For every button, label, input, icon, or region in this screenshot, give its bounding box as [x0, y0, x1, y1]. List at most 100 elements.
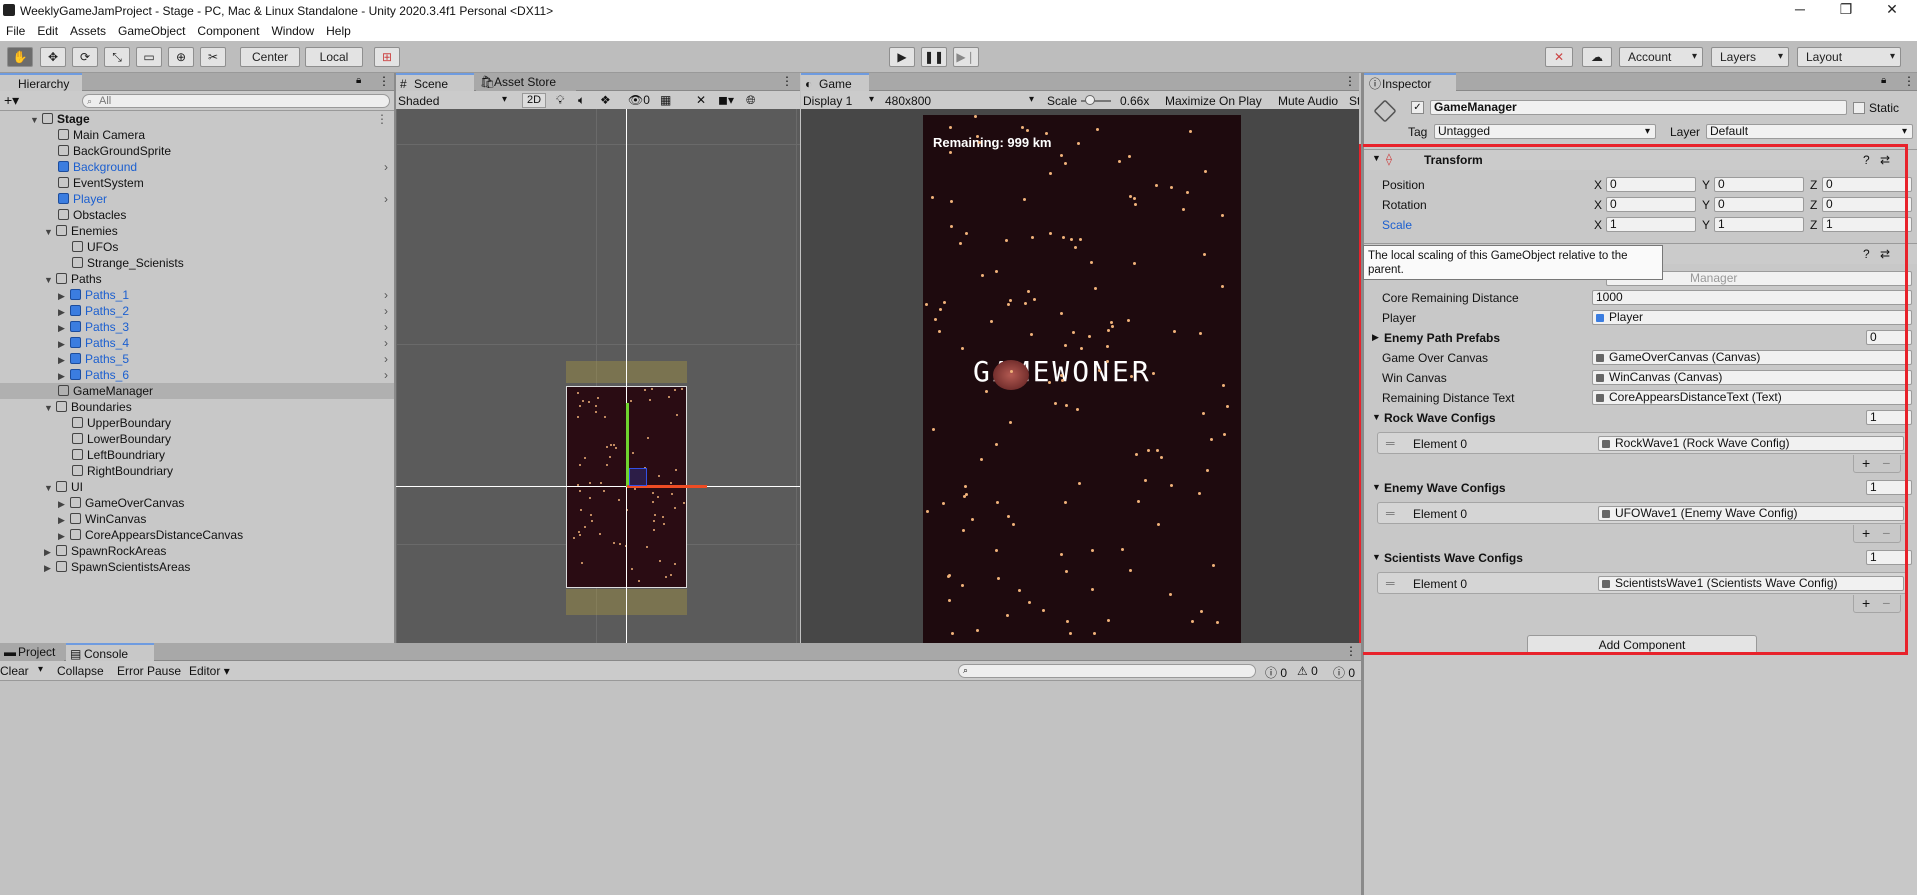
layout-dropdown[interactable]: Layout	[1797, 47, 1901, 67]
help-icon[interactable]: ?	[1863, 153, 1870, 167]
component-menu-icon[interactable]: ⋮	[1901, 246, 1913, 260]
hierarchy-item[interactable]: ▶ WinCanvas	[0, 511, 394, 527]
remaining-text-field[interactable]: CoreAppearsDistanceText (Text)	[1592, 390, 1912, 405]
tab-asset-store[interactable]: 🛍︎ Asset Store	[476, 73, 576, 91]
enemy-path-size-input[interactable]: 0	[1866, 330, 1912, 345]
editor-dropdown[interactable]: Editor ▾	[189, 664, 230, 678]
hierarchy-item[interactable]: ▶ Paths_6 ›	[0, 367, 394, 383]
help-icon[interactable]: ?	[1863, 247, 1870, 261]
hierarchy-item[interactable]: LeftBoundriary	[0, 447, 394, 463]
cloud-icon[interactable]: ☁	[1582, 47, 1612, 67]
hierarchy-item[interactable]: ▶ Paths_2 ›	[0, 303, 394, 319]
active-checkbox[interactable]: ✓	[1411, 101, 1424, 114]
chevron-right-icon[interactable]: ›	[384, 335, 388, 351]
hierarchy-item-selected[interactable]: GameManager	[0, 383, 394, 399]
menu-window[interactable]: Window	[265, 24, 320, 38]
tab-project[interactable]: ▬ Project	[0, 643, 64, 661]
stats-toggle[interactable]: St	[1349, 94, 1359, 108]
hierarchy-item[interactable]: ▶ SpawnRockAreas	[0, 543, 394, 559]
enemy-wave-element-field[interactable]: UFOWave1 (Enemy Wave Config)	[1598, 506, 1904, 521]
scientists-wave-element-field[interactable]: ScientistsWave1 (Scientists Wave Config)	[1598, 576, 1904, 591]
hand-tool-button[interactable]: ✋	[7, 47, 33, 67]
hierarchy-item[interactable]: ▼ UI	[0, 479, 394, 495]
menu-help[interactable]: Help	[320, 24, 357, 38]
enemy-wave-size-input[interactable]: 1	[1866, 480, 1912, 495]
position-y-input[interactable]: 0	[1714, 177, 1804, 192]
scale-y-input[interactable]: 1	[1714, 217, 1804, 232]
expand-arrow-icon[interactable]: ▶	[58, 496, 70, 512]
hierarchy-item[interactable]: RightBoundriary	[0, 463, 394, 479]
scale-slider-knob[interactable]	[1085, 95, 1095, 105]
tab-scene[interactable]: # Scene	[396, 73, 474, 91]
tab-console[interactable]: ▤ Console	[66, 643, 154, 661]
chevron-right-icon[interactable]: ›	[384, 303, 388, 319]
transform-header[interactable]: ▼ ⟠ Transform ? ⇄ ⋮	[1364, 149, 1917, 170]
display-dropdown[interactable]: Display 1	[803, 94, 879, 108]
hierarchy-item[interactable]: ▶ Paths_1 ›	[0, 287, 394, 303]
add-element-button[interactable]: +	[1862, 595, 1870, 611]
hierarchy-item[interactable]: Main Camera	[0, 127, 394, 143]
remove-element-button[interactable]: −	[1882, 525, 1890, 541]
inspector-divider[interactable]	[1361, 73, 1363, 895]
drag-handle-icon[interactable]: ═	[1386, 576, 1395, 590]
foldout-arrow-icon[interactable]: ▼	[1372, 482, 1381, 492]
menu-component[interactable]: Component	[191, 24, 265, 38]
expand-arrow-icon[interactable]: ▶	[58, 288, 70, 304]
pivot-local-button[interactable]: Local	[305, 47, 363, 67]
move-tool-button[interactable]: ✥	[40, 47, 66, 67]
expand-arrow-icon[interactable]: ▶	[58, 528, 70, 544]
chevron-right-icon[interactable]: ›	[384, 159, 388, 175]
tab-game[interactable]: ◐ Game	[801, 73, 869, 91]
expand-arrow-icon[interactable]: ▶	[58, 320, 70, 336]
hierarchy-item[interactable]: LowerBoundary	[0, 431, 394, 447]
object-name-input[interactable]: GameManager	[1430, 100, 1847, 115]
hierarchy-item[interactable]: ▶ CoreAppearsDistanceCanvas	[0, 527, 394, 543]
expand-arrow-icon[interactable]: ▼	[44, 400, 56, 416]
pivot-center-button[interactable]: Center	[240, 47, 300, 67]
static-checkbox[interactable]	[1853, 102, 1865, 114]
hierarchy-item[interactable]: EventSystem	[0, 175, 394, 191]
play-button[interactable]: ▶	[889, 47, 915, 67]
add-element-button[interactable]: +	[1862, 525, 1870, 541]
drag-handle-icon[interactable]: ═	[1386, 436, 1395, 450]
rect-tool-button[interactable]: ▭	[136, 47, 162, 67]
pause-button[interactable]: ❚❚	[921, 47, 947, 67]
hierarchy-item[interactable]: ▶ GameOverCanvas	[0, 495, 394, 511]
hierarchy-search-input[interactable]: ⌕ All	[82, 94, 390, 108]
expand-arrow-icon[interactable]: ▶	[58, 336, 70, 352]
tab-inspector[interactable]: ⓘ Inspector	[1364, 73, 1456, 91]
rock-wave-element-field[interactable]: RockWave1 (Rock Wave Config)	[1598, 436, 1904, 451]
add-component-button[interactable]: Add Component	[1527, 635, 1757, 655]
chevron-right-icon[interactable]: ›	[384, 367, 388, 383]
panel-menu-icon[interactable]: ⋮	[1903, 74, 1915, 88]
grid-snap-button[interactable]: ⊞	[374, 47, 400, 67]
menu-file[interactable]: File	[0, 24, 31, 38]
expand-arrow-icon[interactable]: ▼	[44, 480, 56, 496]
expand-arrow-icon[interactable]: ▶	[58, 512, 70, 528]
expand-arrow-icon[interactable]: ▶	[44, 544, 56, 560]
scene-view[interactable]	[396, 109, 800, 643]
gizmos-icon[interactable]: 🌐︎	[746, 93, 756, 108]
preset-icon[interactable]: ⇄	[1880, 153, 1890, 167]
info-count-icon[interactable]: ⓘ 0	[1265, 664, 1287, 681]
lighting-icon[interactable]: 💡︎	[556, 93, 564, 108]
lock-icon[interactable]: 🔒︎	[356, 75, 361, 86]
console-search-input[interactable]: ⌕	[958, 664, 1256, 678]
lock-icon[interactable]: 🔒︎	[1881, 75, 1886, 86]
game-view[interactable]: Remaining: 999 km GAMEWONER	[801, 109, 1359, 643]
expand-arrow-icon[interactable]: ▼	[30, 112, 42, 128]
camera-icon[interactable]: ◼▾	[718, 93, 734, 107]
effects-icon[interactable]: ❖	[600, 93, 611, 107]
win-canvas-field[interactable]: WinCanvas (Canvas)	[1592, 370, 1912, 385]
position-z-input[interactable]: 0	[1822, 177, 1912, 192]
rotate-tool-button[interactable]: ⟳	[72, 47, 98, 67]
preset-icon[interactable]: ⇄	[1880, 247, 1890, 261]
maximize-on-play-toggle[interactable]: Maximize On Play	[1165, 94, 1262, 108]
scale-x-input[interactable]: 1	[1606, 217, 1696, 232]
remove-element-button[interactable]: −	[1882, 455, 1890, 471]
collab-icon[interactable]: ✕	[1545, 47, 1573, 67]
chevron-right-icon[interactable]: ›	[384, 287, 388, 303]
position-x-input[interactable]: 0	[1606, 177, 1696, 192]
grid-toggle-icon[interactable]: ▦	[660, 93, 671, 107]
player-field[interactable]: Player	[1592, 310, 1912, 325]
